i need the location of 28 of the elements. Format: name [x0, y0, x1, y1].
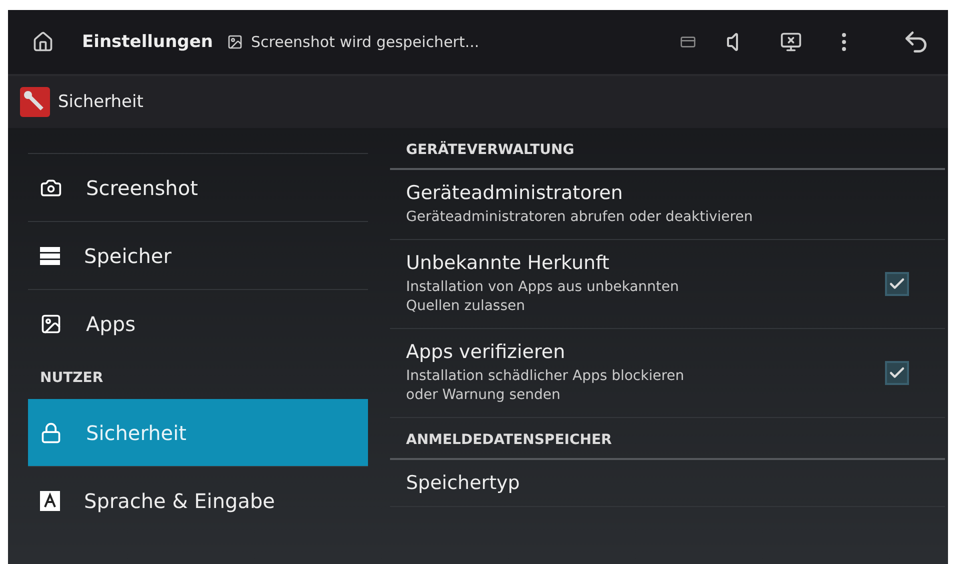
setting-title[interactable]: Apps verifizieren — [406, 341, 885, 363]
setting-summary: Installation schädlicher Apps blockieren oder Warnung senden — [406, 367, 686, 405]
setting-summary: Installation von Apps aus unbekannten Quellen zulassen — [406, 278, 680, 316]
image-icon — [226, 34, 243, 50]
wrench-app-icon — [20, 87, 50, 117]
sidebar-item[interactable]: Screenshot — [28, 153, 368, 221]
sidebar-item[interactable]: Speicher — [28, 221, 368, 289]
section-header: NUTZER — [39, 369, 104, 388]
card-icon[interactable] — [680, 34, 696, 50]
lock-icon — [40, 422, 62, 444]
sidebar-item[interactable]: Sprache & Eingabe — [28, 466, 368, 534]
sidebar-item[interactable]: Apps — [28, 289, 368, 357]
setting-title[interactable]: Speichertyp — [406, 472, 909, 494]
checkbox[interactable] — [885, 361, 909, 385]
home-icon[interactable] — [32, 31, 54, 53]
screen-title: Sicherheit — [58, 92, 144, 112]
section-header: ANMELDEDATENSPEICHER — [390, 418, 945, 460]
keyboard-letter-icon — [40, 490, 60, 510]
app-title: Einstellungen — [82, 32, 213, 52]
setting-title[interactable]: Unbekannte Herkunft — [406, 252, 885, 274]
notification-text: Screenshot wird gespeichert... — [250, 33, 480, 51]
section-header: GERÄTEVERWALTUNG — [390, 128, 945, 170]
screen-icon[interactable] — [780, 31, 802, 53]
storage-icon — [40, 246, 60, 264]
setting-summary: Geräteadministratoren abrufen oder deaktivieren — [406, 208, 754, 227]
setting-title[interactable]: Geräteadministratoren — [406, 182, 909, 204]
picture-icon — [40, 312, 62, 334]
checkbox[interactable] — [885, 272, 909, 296]
